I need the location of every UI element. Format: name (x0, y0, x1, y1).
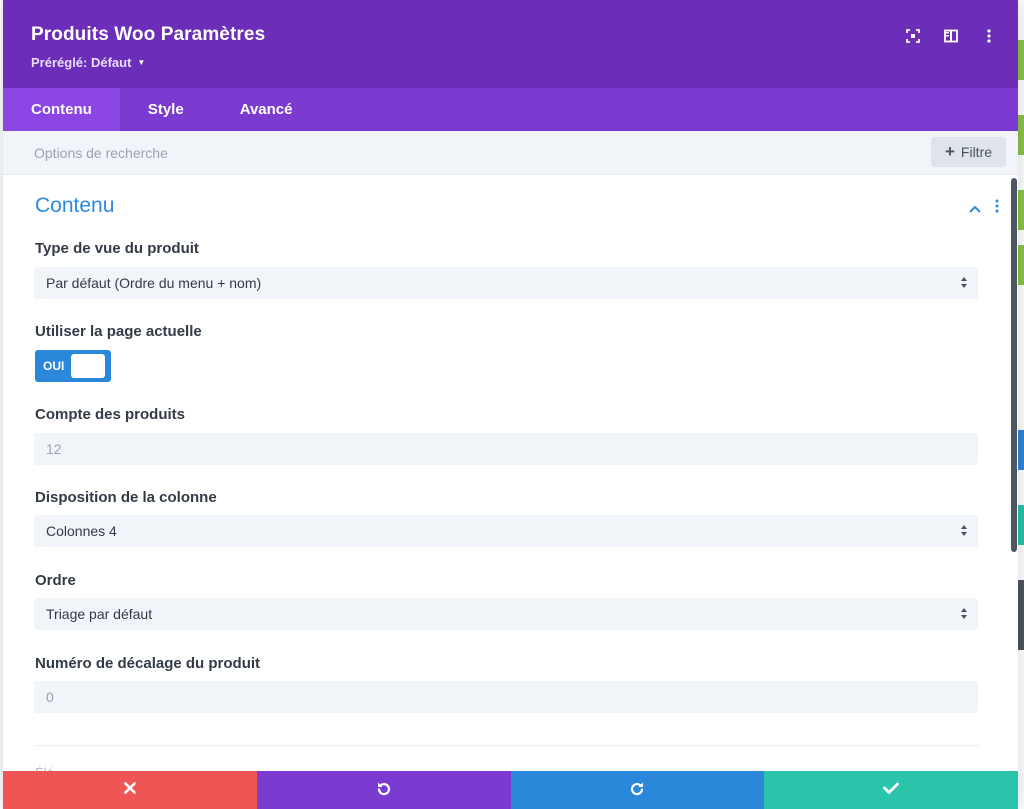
undo-icon (376, 780, 392, 801)
redo-button[interactable] (510, 771, 765, 809)
column-layout-select[interactable]: Colonnes 4 (34, 515, 978, 547)
product-count-input[interactable]: 12 (34, 433, 978, 465)
redo-icon (629, 780, 645, 801)
tab-contenu[interactable]: Contenu (3, 88, 120, 131)
toggle-knob (71, 354, 105, 378)
preset-label: Préréglé: Défaut (31, 55, 132, 70)
plus-icon: + (944, 142, 955, 161)
settings-modal: Produits Woo Paramètres Préréglé: Défaut… (3, 0, 1018, 809)
background-strip (1018, 580, 1024, 650)
section-divider (35, 745, 979, 746)
view-type-label: Type de vue du produit (35, 240, 199, 257)
search-input[interactable]: Options de recherche (34, 145, 168, 161)
cancel-button[interactable] (3, 771, 257, 809)
tab-avance[interactable]: Avancé (212, 88, 321, 131)
preset-dropdown[interactable]: Préréglé: Défaut ▼ (31, 55, 145, 70)
tab-style[interactable]: Style (120, 88, 212, 131)
close-icon (124, 781, 136, 799)
section-title[interactable]: Contenu (35, 194, 114, 218)
background-strip (1018, 115, 1024, 155)
select-arrows-icon (960, 606, 968, 621)
caret-down-icon: ▼ (137, 58, 146, 67)
modal-title: Produits Woo Paramètres (31, 24, 266, 45)
check-icon (883, 781, 900, 799)
offset-placeholder: 0 (46, 689, 54, 705)
toggle-text: OUI (43, 359, 65, 373)
product-count-placeholder: 12 (46, 441, 62, 457)
chevron-up-icon[interactable] (969, 200, 981, 218)
section-options-icon[interactable] (995, 199, 999, 218)
offset-label: Numéro de décalage du produit (35, 655, 261, 672)
background-strip (1018, 505, 1024, 545)
column-layout-label: Disposition de la colonne (35, 489, 217, 506)
filter-label: Filtre (960, 144, 993, 160)
product-count-label: Compte des produits (35, 406, 186, 423)
more-options-icon[interactable] (980, 27, 998, 45)
modal-footer (3, 771, 1018, 809)
settings-content: Contenu Type de vue du produit Par défau… (3, 175, 1003, 780)
split-view-icon[interactable] (942, 27, 960, 45)
save-button[interactable] (764, 771, 1018, 809)
background-strip (1018, 190, 1024, 230)
use-current-page-label: Utiliser la page actuelle (35, 323, 202, 340)
order-label: Ordre (35, 572, 76, 589)
offset-input[interactable]: 0 (34, 681, 978, 713)
fullscreen-icon[interactable] (904, 27, 922, 45)
order-select[interactable]: Triage par défaut (34, 598, 978, 630)
background-strip (1018, 430, 1024, 470)
undo-button[interactable] (256, 771, 511, 809)
select-arrows-icon (960, 523, 968, 538)
scrollbar-thumb[interactable] (1011, 178, 1017, 552)
filter-button[interactable]: + Filtre (931, 137, 1006, 167)
column-layout-value: Colonnes 4 (46, 523, 117, 539)
use-current-page-toggle[interactable]: OUI (35, 350, 111, 382)
order-value: Triage par défaut (46, 606, 153, 622)
view-type-select[interactable]: Par défaut (Ordre du menu + nom) (34, 267, 978, 299)
background-strip (1018, 40, 1024, 80)
view-type-value: Par défaut (Ordre du menu + nom) (46, 275, 262, 291)
select-arrows-icon (960, 275, 968, 290)
search-bar[interactable]: Options de recherche + Filtre (3, 131, 1018, 175)
modal-header: Produits Woo Paramètres Préréglé: Défaut… (3, 0, 1018, 88)
tab-bar: Contenu Style Avancé (3, 88, 1018, 131)
background-strip (1018, 245, 1024, 285)
